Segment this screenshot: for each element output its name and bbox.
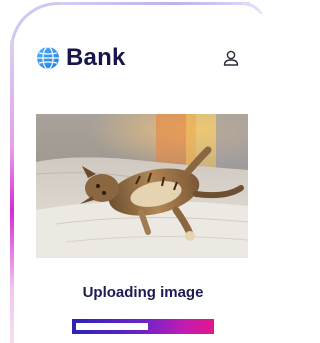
app-header: Bank xyxy=(36,42,255,74)
device-frame-top xyxy=(60,2,250,5)
upload-progress-fill xyxy=(76,323,148,330)
user-icon[interactable] xyxy=(221,48,241,68)
uploaded-photo xyxy=(36,114,248,258)
phone-frame: Bank Uploading image xyxy=(0,0,267,343)
upload-status-text: Uploading image xyxy=(82,284,204,301)
app-title: Bank xyxy=(66,44,126,71)
globe-icon xyxy=(37,46,59,70)
app-logo[interactable]: Bank xyxy=(36,44,126,72)
device-frame-left-edge xyxy=(10,40,14,343)
upload-progress-bar xyxy=(72,319,214,334)
cat-photo-image xyxy=(36,114,248,258)
